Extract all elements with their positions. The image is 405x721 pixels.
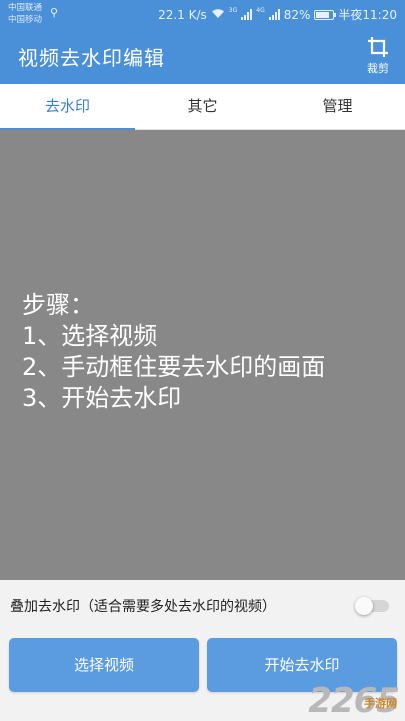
usb-icon: ⚲ <box>50 6 59 19</box>
overlay-toggle[interactable] <box>355 597 389 615</box>
crop-label: 裁剪 <box>367 62 389 75</box>
carrier-info: 中国联通 中国移动 <box>8 2 42 26</box>
toggle-knob <box>355 597 373 615</box>
battery-icon <box>314 9 337 20</box>
battery-percent: 82% <box>283 7 311 22</box>
site-watermark: 2265 手游网 <box>308 681 400 721</box>
crop-button[interactable]: 裁剪 <box>361 32 395 80</box>
signal-1-tag: 3G <box>228 7 238 14</box>
signal-1-icon <box>241 9 253 20</box>
wifi-icon <box>211 8 225 22</box>
signal-2-tag: 4G <box>256 7 265 14</box>
instructions: 步骤： 1、选择视频 2、手动框住要去水印的画面 3、开始去水印 <box>22 290 325 414</box>
app-bar: 视频去水印编辑 裁剪 <box>0 28 405 84</box>
tab-remove-watermark[interactable]: 去水印 <box>0 84 135 130</box>
select-video-button[interactable]: 选择视频 <box>9 638 199 692</box>
crop-icon <box>361 36 395 58</box>
tab-bar: 去水印 其它 管理 <box>0 84 405 130</box>
status-bar: 中国联通 中国移动 ⚲ 22.1 K/s 3G 4G 82% 半夜11:20 <box>0 0 405 28</box>
carrier-1: 中国联通 <box>8 3 43 13</box>
carrier-2: 中国移动 <box>8 15 43 25</box>
watermark-text: 手游网 <box>364 697 397 710</box>
instruction-step-2: 2、手动框住要去水印的画面 <box>22 353 326 381</box>
instruction-step-3: 3、开始去水印 <box>22 384 182 412</box>
video-preview-area[interactable]: 步骤： 1、选择视频 2、手动框住要去水印的画面 3、开始去水印 <box>0 130 405 580</box>
tab-manage[interactable]: 管理 <box>270 84 405 129</box>
overlay-option-label: 叠加去水印（适合需要多处去水印的视频） <box>10 599 276 615</box>
page-title: 视频去水印编辑 <box>18 46 165 70</box>
network-speed: 22.1 K/s <box>158 7 207 22</box>
overlay-option-row: 叠加去水印（适合需要多处去水印的视频） <box>0 580 405 630</box>
tab-other[interactable]: 其它 <box>135 84 270 129</box>
clock: 半夜11:20 <box>338 8 397 22</box>
signal-2-icon <box>268 9 280 20</box>
instructions-heading: 步骤： <box>22 291 94 319</box>
instruction-step-1: 1、选择视频 <box>22 322 158 350</box>
